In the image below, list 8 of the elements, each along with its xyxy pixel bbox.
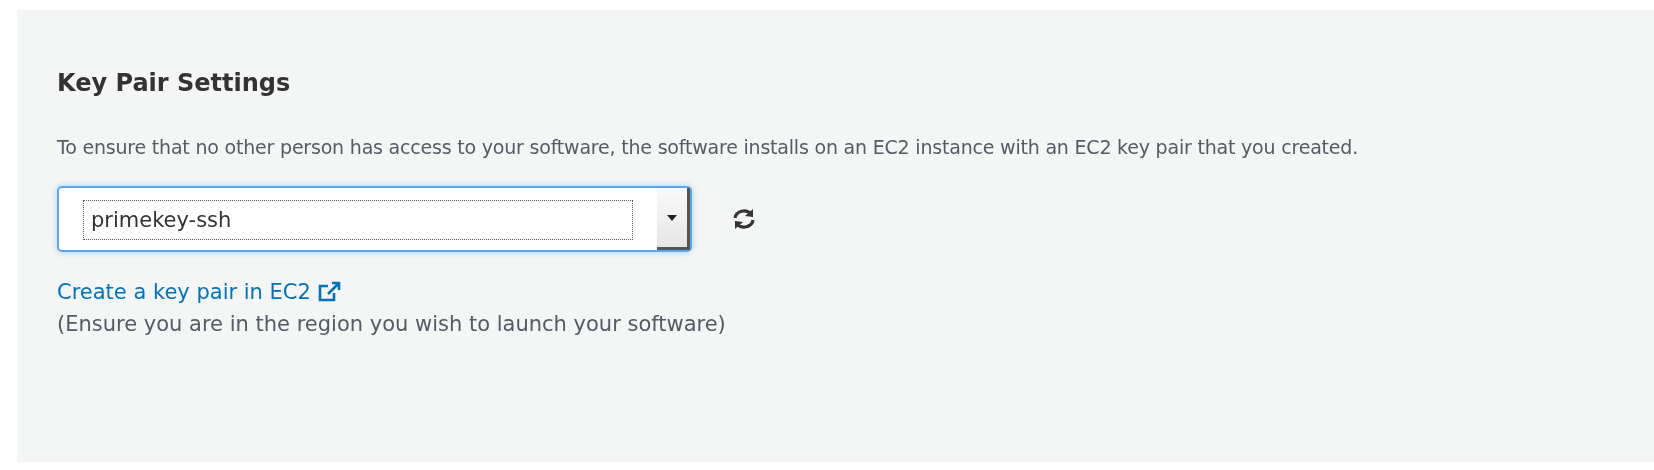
region-note: (Ensure you are in the region you wish to launch your software) bbox=[57, 312, 727, 336]
key-pair-select[interactable]: primekey-ssh bbox=[57, 186, 692, 252]
section-title: Key Pair Settings bbox=[57, 68, 292, 98]
refresh-icon[interactable] bbox=[732, 208, 756, 230]
create-key-pair-link[interactable]: Create a key pair in EC2 bbox=[57, 280, 341, 304]
caret-icon bbox=[667, 214, 677, 221]
description-text: To ensure that no other person has access to your software, the software installs on an EC2 instance with an EC2 key pair that you created. bbox=[57, 135, 1360, 160]
external-link-icon bbox=[316, 281, 341, 303]
